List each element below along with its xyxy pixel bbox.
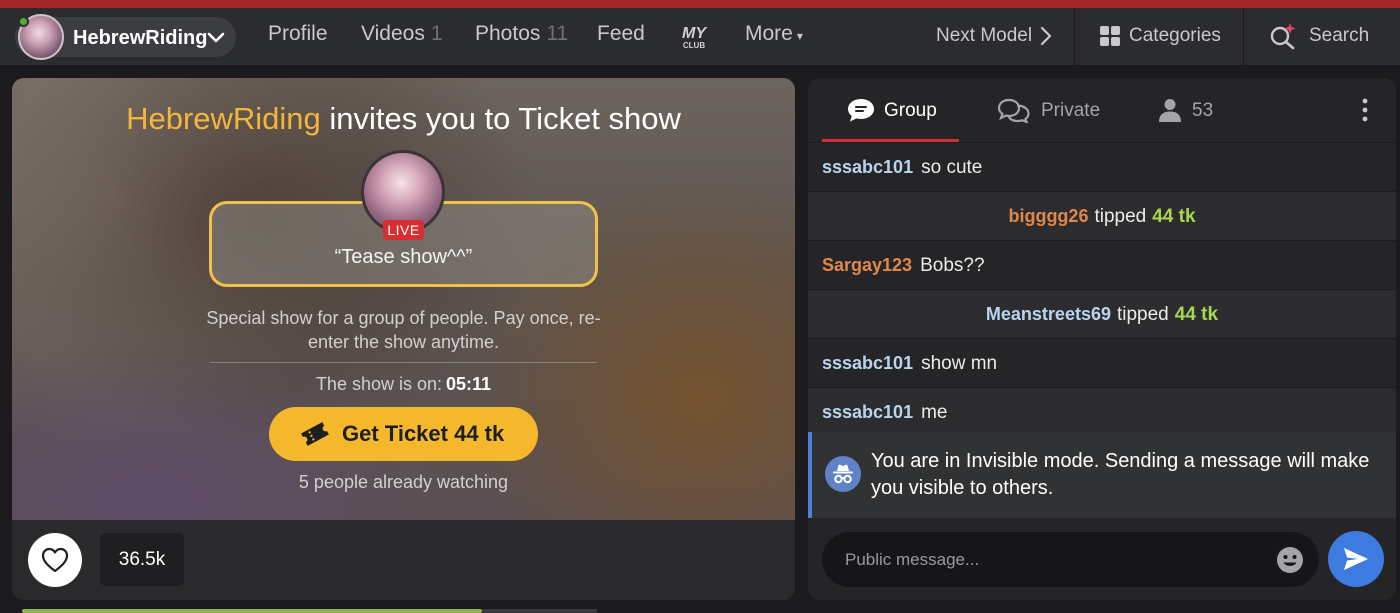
chat-message: sssabc101 me	[808, 387, 1396, 436]
nav-videos-count: 1	[430, 22, 443, 45]
user-icon	[1159, 99, 1181, 122]
invite-title: HebrewRiding invites you to Ticket show	[12, 101, 795, 137]
chat-text: so cute	[921, 157, 983, 178]
search-button[interactable]: Search	[1309, 25, 1369, 47]
chat-text: show mn	[921, 353, 998, 374]
player-controls: 36.5k	[12, 520, 795, 600]
kebab-menu-icon[interactable]	[1361, 97, 1369, 123]
model-switcher[interactable]: HebrewRiding	[15, 14, 236, 60]
chat-username[interactable]: sssabc101	[822, 157, 913, 177]
grid-icon[interactable]	[1099, 25, 1121, 47]
invisible-mode-notice: You are in Invisible mode. Sending a mes…	[808, 432, 1396, 518]
tab-group-label: Group	[884, 100, 937, 121]
invisible-mode-text: You are in Invisible mode. Sending a mes…	[871, 450, 1370, 499]
caret-down-icon: ▾	[796, 29, 803, 43]
nav-divider	[1074, 8, 1075, 65]
chevron-right-icon[interactable]	[1038, 25, 1054, 47]
smiley-icon[interactable]	[1276, 546, 1304, 574]
tip-amount: 44 tk	[1152, 206, 1196, 227]
my-club-logo[interactable]: MY CLUB	[675, 23, 713, 49]
heart-icon	[41, 547, 69, 573]
model-name: HebrewRiding	[73, 27, 208, 49]
tip-message: bigggg26 tipped 44 tk	[808, 191, 1396, 240]
chat-bubbles-icon	[997, 98, 1030, 123]
tab-group-chat[interactable]: Group	[822, 78, 959, 142]
ticket-show-overlay: HebrewRiding invites you to Ticket show …	[12, 78, 795, 520]
users-count: 53	[1192, 100, 1214, 121]
chat-username[interactable]: sssabc101	[822, 402, 913, 422]
online-status-dot	[18, 16, 29, 27]
chat-username[interactable]: bigggg26	[1008, 206, 1088, 226]
tab-users[interactable]: 53	[1148, 78, 1238, 142]
chat-composer	[808, 518, 1396, 600]
nav-feed[interactable]: Feed	[597, 22, 645, 46]
top-navbar: HebrewRiding Profile Videos 1 Photos 11 Fe…	[0, 8, 1400, 65]
tab-private-chat[interactable]: Private	[985, 78, 1125, 142]
video-player: HebrewRiding invites you to Ticket show …	[12, 78, 795, 600]
divider	[210, 362, 597, 363]
chat-panel: Group Private 53 sssabc101 so cute biggg…	[808, 78, 1396, 600]
chat-message-input[interactable]	[822, 532, 1319, 587]
nav-more-label: More	[745, 22, 793, 45]
search-sparkle-icon[interactable]	[1269, 22, 1297, 50]
tab-private-label: Private	[1041, 100, 1101, 121]
get-ticket-label: Get Ticket 44 tk	[342, 421, 505, 446]
nav-videos[interactable]: Videos 1	[361, 22, 443, 46]
club-logo-bottom-text: CLUB	[683, 41, 705, 49]
tip-text: tipped	[1116, 304, 1169, 325]
tip-amount: 44 tk	[1174, 304, 1219, 325]
nav-profile[interactable]: Profile	[268, 22, 328, 46]
nav-divider	[1243, 8, 1244, 65]
progress-bar-track[interactable]	[482, 609, 597, 613]
like-count: 36.5k	[100, 533, 184, 586]
show-name: “Tease show^^”	[334, 246, 473, 268]
chat-text: Bobs??	[920, 255, 985, 276]
chat-text: me	[921, 402, 948, 423]
chat-message: Sargay123 Bobs??	[808, 240, 1396, 289]
watching-count: 5 people already watching	[298, 472, 509, 492]
categories-button[interactable]: Categories	[1129, 25, 1221, 47]
next-model-link[interactable]: Next Model	[936, 25, 1032, 47]
invite-model-name[interactable]: HebrewRiding	[126, 101, 321, 136]
tip-text: tipped	[1094, 206, 1147, 227]
send-button[interactable]	[1328, 531, 1384, 587]
nav-more[interactable]: More ▾	[745, 22, 803, 46]
nav-photos-label: Photos	[475, 22, 541, 45]
get-ticket-button[interactable]: Get Ticket 44 tk	[269, 407, 538, 461]
invite-title-text: invites you to Ticket show	[320, 101, 681, 136]
show-description: Special show for a group of people. Pay …	[206, 308, 601, 352]
like-button[interactable]	[28, 533, 82, 587]
tip-message: Meanstreets69 tipped 44 tk	[808, 289, 1396, 338]
chat-tabs: Group Private 53	[808, 78, 1396, 142]
incognito-icon	[825, 456, 861, 492]
chat-message-list: sssabc101 so cute bigggg26 tipped 44 tk Sar…	[808, 142, 1396, 436]
live-badge: LIVE	[383, 220, 424, 240]
show-status: The show is on: 05:11	[12, 374, 795, 395]
send-icon	[1344, 548, 1368, 570]
chat-username[interactable]: sssabc101	[822, 353, 913, 373]
show-status-label: The show is on:	[315, 374, 442, 394]
chevron-down-icon[interactable]	[205, 26, 227, 48]
ticket-icon	[301, 422, 329, 446]
top-accent-strip	[0, 0, 1400, 8]
club-logo-top-text: MY	[682, 25, 707, 42]
show-timer: 05:11	[446, 374, 492, 394]
chat-username[interactable]: Sargay123	[822, 255, 912, 275]
chat-message: sssabc101 so cute	[808, 142, 1396, 191]
chat-username[interactable]: Meanstreets69	[986, 304, 1111, 324]
progress-bar-fill	[22, 609, 482, 613]
chat-message: sssabc101 show mn	[808, 338, 1396, 387]
nav-videos-label: Videos	[361, 22, 425, 45]
nav-photos[interactable]: Photos 11	[475, 22, 568, 46]
nav-photos-count: 11	[546, 22, 569, 45]
chat-bubble-icon	[848, 99, 874, 122]
